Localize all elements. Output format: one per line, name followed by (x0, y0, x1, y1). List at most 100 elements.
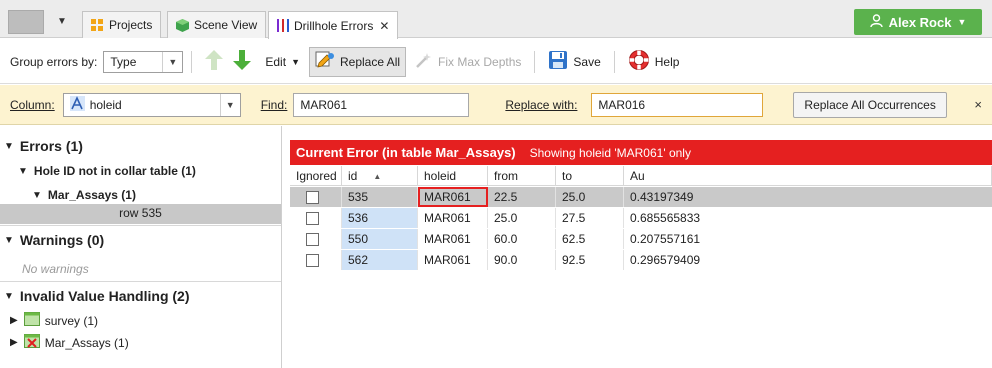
table-row[interactable]: 550 MAR061 60.0 62.5 0.207557161 (290, 229, 992, 249)
help-button[interactable]: Help (623, 47, 685, 77)
replace-with-input[interactable]: MAR016 (591, 92, 764, 117)
table-row[interactable]: 536 MAR061 25.0 27.5 0.685565833 (290, 208, 992, 228)
to-cell[interactable]: 25.0 (556, 187, 624, 207)
ignored-cell[interactable] (290, 208, 342, 228)
arrow-up-icon (205, 50, 224, 73)
tree-node-hole-id[interactable]: ▼ Hole ID not in collar table (1) (18, 164, 196, 178)
cell-value: 0.296579409 (630, 253, 701, 267)
next-error-button[interactable] (228, 47, 256, 77)
fix-max-depths-button[interactable]: Fix Max Depths (410, 47, 526, 77)
au-cell[interactable]: 0.43197349 (624, 187, 992, 207)
tree-node-survey[interactable]: ▶ survey (1) (10, 312, 98, 329)
tab-projects[interactable]: Projects (82, 11, 162, 38)
ignored-checkbox[interactable] (306, 232, 319, 246)
column-header-holeid[interactable]: holeid (418, 166, 488, 186)
group-errors-label: Group errors by: (10, 54, 98, 69)
to-cell[interactable]: 92.5 (556, 250, 624, 270)
expand-down-icon: ▼ (32, 189, 42, 201)
no-warnings-label: No warnings (22, 262, 89, 276)
ignored-checkbox[interactable] (306, 211, 319, 225)
to-cell[interactable]: 62.5 (556, 229, 624, 249)
from-cell[interactable]: 25.0 (488, 208, 556, 228)
edit-menu-button[interactable]: Edit ▼ (260, 47, 305, 77)
id-cell[interactable]: 562 (342, 250, 418, 270)
au-cell[interactable]: 0.296579409 (624, 250, 992, 270)
divider (0, 281, 281, 282)
current-error-subtitle: Showing holeid 'MAR061' only (529, 145, 691, 160)
error-tree: ▼ Errors (1) ▼ Hole ID not in collar tab… (0, 126, 282, 368)
id-cell[interactable]: 550 (342, 229, 418, 249)
app-menu-button[interactable] (8, 10, 44, 34)
ignored-cell[interactable] (290, 250, 342, 270)
tab-scene-view[interactable]: Scene View (167, 11, 267, 38)
find-value: MAR061 (300, 97, 348, 112)
tree-label: Hole ID not in collar table (1) (33, 164, 196, 178)
column-header-to[interactable]: to (556, 166, 624, 186)
current-error-bar: Current Error (in table Mar_Assays) Show… (290, 140, 992, 165)
column-header-from[interactable]: from (488, 166, 556, 186)
cell-value: 92.5 (562, 253, 586, 267)
au-cell[interactable]: 0.207557161 (624, 229, 992, 249)
fix-max-depths-label: Fix Max Depths (438, 54, 522, 69)
cell-value: 0.207557161 (630, 232, 701, 246)
cell-value: MAR061 (424, 211, 471, 225)
ignored-checkbox[interactable] (306, 253, 319, 267)
cell-value: 25.0 (494, 211, 518, 225)
tab-list-dropdown-icon[interactable]: ▼ (52, 12, 72, 32)
table-row[interactable]: 535 MAR061 22.5 25.0 0.43197349 (290, 187, 992, 207)
tab-drillhole-errors[interactable]: Drillhole Errors ✕ (268, 11, 399, 39)
column-label: Column: (10, 97, 55, 112)
holeid-cell[interactable]: MAR061 (418, 250, 488, 270)
user-icon (869, 14, 883, 30)
toolbar: Group errors by: Type ▼ Edit ▼ Replace A… (0, 40, 992, 84)
from-cell[interactable]: 22.5 (488, 187, 556, 207)
save-button[interactable]: Save (543, 47, 605, 77)
column-type-icon (69, 95, 85, 114)
divider (191, 50, 193, 73)
from-cell[interactable]: 90.0 (488, 250, 556, 270)
previous-error-button[interactable] (200, 47, 228, 77)
tab-bar: ▼ Projects Scene View Drillhole Errors ✕… (0, 0, 992, 39)
to-cell[interactable]: 27.5 (556, 208, 624, 228)
close-icon[interactable]: × (974, 97, 982, 112)
tree-node-row[interactable]: row 535 (0, 206, 281, 220)
user-menu-button[interactable]: Alex Rock ▼ (854, 9, 982, 35)
ignored-cell[interactable] (290, 187, 342, 207)
close-tab-icon[interactable]: ✕ (379, 19, 389, 33)
ignored-cell[interactable] (290, 229, 342, 249)
tree-node-mar-assays[interactable]: ▼ Mar_Assays (1) (32, 188, 136, 202)
cell-value: MAR061 (424, 253, 471, 267)
tree-node-mar-assays-invalid[interactable]: ▶ Mar_Assays (1) (10, 334, 129, 351)
chevron-down-icon: ▼ (219, 93, 240, 116)
holeid-cell[interactable]: MAR061 (418, 208, 488, 228)
column-header-label: Ignored (296, 169, 337, 183)
find-input[interactable]: MAR061 (293, 92, 470, 117)
edit-label: Edit (265, 54, 287, 69)
replace-all-button[interactable]: Replace All (308, 46, 407, 77)
tree-node-warnings[interactable]: ▼ Warnings (0) (4, 232, 104, 248)
tree-node-invalid-value-handling[interactable]: ▼ Invalid Value Handling (2) (4, 288, 190, 304)
group-errors-select[interactable]: Type ▼ (103, 50, 184, 73)
id-cell[interactable]: 535 (342, 187, 418, 207)
save-icon (548, 50, 568, 73)
table-row[interactable]: 562 MAR061 90.0 92.5 0.296579409 (290, 250, 992, 270)
column-header-au[interactable]: Au (624, 166, 992, 186)
column-header-ignored[interactable]: Ignored (290, 166, 342, 186)
column-value: holeid (89, 97, 122, 112)
ignored-checkbox[interactable] (306, 190, 319, 204)
column-select[interactable]: holeid ▼ (62, 92, 241, 117)
holeid-cell[interactable]: MAR061 (418, 229, 488, 249)
id-cell[interactable]: 536 (342, 208, 418, 228)
column-select-value: holeid (64, 95, 220, 114)
tree-label: survey (1) (44, 313, 99, 328)
wand-icon (415, 51, 433, 72)
from-cell[interactable]: 60.0 (488, 229, 556, 249)
column-header-id[interactable]: id ▲ (342, 166, 418, 186)
tree-label: Invalid Value Handling (2) (19, 288, 190, 304)
tree-node-errors[interactable]: ▼ Errors (1) (4, 138, 83, 154)
replace-all-occurrences-button[interactable]: Replace All Occurrences (793, 91, 947, 118)
au-cell[interactable]: 0.685565833 (624, 208, 992, 228)
tab-label: Scene View (194, 18, 258, 32)
chevron-down-icon: ▼ (291, 56, 300, 67)
holeid-cell[interactable]: MAR061 (418, 187, 488, 207)
